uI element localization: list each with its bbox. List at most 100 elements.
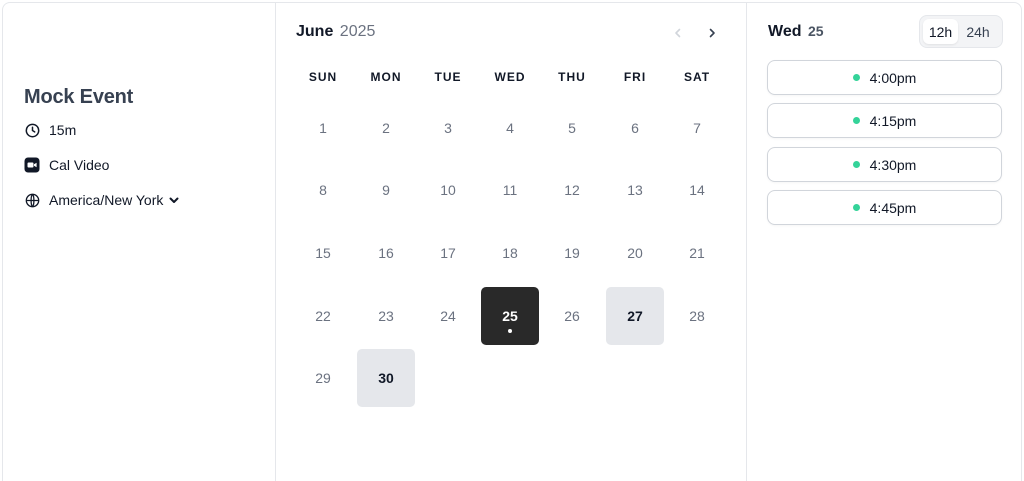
event-location-label: Cal Video xyxy=(49,157,110,173)
next-month-button[interactable] xyxy=(700,21,724,45)
calendar-day-disabled: 28 xyxy=(668,287,726,345)
calendar-day-disabled: 19 xyxy=(543,224,601,282)
event-title: Mock Event xyxy=(24,86,134,108)
calendar-panel: June 2025 SUN MON TUE WED THU FRI SAT 12345678… xyxy=(275,3,747,481)
calendar-day-disabled: 10 xyxy=(419,161,477,219)
calendar-day-number: 19 xyxy=(564,245,580,261)
available-dot-icon xyxy=(852,74,860,81)
event-duration: 15m xyxy=(24,122,76,138)
calendar-day-number: 23 xyxy=(378,308,394,324)
calendar-day-number: 22 xyxy=(315,308,331,324)
timezone-select[interactable]: America/New York xyxy=(24,192,180,208)
calendar-day-disabled: 17 xyxy=(419,224,477,282)
calendar-day-disabled: 13 xyxy=(606,161,664,219)
calendar-day-disabled: 14 xyxy=(668,161,726,219)
calendar-day-number: 12 xyxy=(564,182,580,198)
calendar-day-disabled: 12 xyxy=(543,161,601,219)
calendar-day-number: 8 xyxy=(319,182,327,198)
calendar-day-number: 25 xyxy=(502,308,518,324)
time-slot-button[interactable]: 4:15pm xyxy=(767,103,1002,138)
calendar-day-disabled: 21 xyxy=(668,224,726,282)
calendar-day-number: 14 xyxy=(689,182,705,198)
month-header: June 2025 xyxy=(296,23,375,41)
weekday-label: SUN xyxy=(308,70,338,84)
format-24h-button[interactable]: 24h xyxy=(958,19,998,44)
weekday-label: WED xyxy=(494,70,526,84)
calendar-day-number: 24 xyxy=(440,308,456,324)
time-slot-label: 4:30pm xyxy=(869,156,917,173)
calendar-day-number: 4 xyxy=(506,120,514,136)
selected-date-label: Wed 25 xyxy=(768,23,824,41)
calendar-day-available[interactable]: 30 xyxy=(357,349,415,407)
selected-day-number: 25 xyxy=(807,23,824,39)
calendar-day-disabled: 16 xyxy=(357,224,415,282)
time-format-toggle: 12h 24h xyxy=(919,15,1003,48)
weekday-label: THU xyxy=(558,70,586,84)
calendar-day-disabled: 20 xyxy=(606,224,664,282)
chevron-down-icon xyxy=(168,194,180,206)
clock-icon xyxy=(24,122,40,138)
calendar-day-number: 11 xyxy=(502,182,518,198)
calendar-day-number: 20 xyxy=(627,245,643,261)
globe-icon xyxy=(24,192,40,208)
chevron-right-icon xyxy=(709,28,715,38)
time-slot-label: 4:45pm xyxy=(869,199,917,216)
chevron-left-icon xyxy=(675,28,681,38)
calendar-day-number: 2 xyxy=(382,120,390,136)
calendar-day-disabled: 5 xyxy=(543,99,601,157)
calendar-day-disabled: 26 xyxy=(543,287,601,345)
calendar-day-disabled: 11 xyxy=(481,161,539,219)
event-location: Cal Video xyxy=(24,157,109,173)
available-dot-icon xyxy=(852,161,860,168)
calendar-day-number: 13 xyxy=(627,182,643,198)
calendar-day-number: 16 xyxy=(378,245,394,261)
calendar-day-disabled: 22 xyxy=(294,287,352,345)
calendar-day-number: 3 xyxy=(444,120,452,136)
event-details-panel: Mock Event 15m Cal Video America/New Yor… xyxy=(3,3,275,481)
calendar-day-available[interactable]: 27 xyxy=(606,287,664,345)
previous-month-button[interactable] xyxy=(666,21,690,45)
calendar-day-number: 26 xyxy=(564,308,580,324)
calendar-day-selected[interactable]: 25 xyxy=(481,287,539,345)
time-slot-button[interactable]: 4:45pm xyxy=(767,190,1002,225)
format-12h-button[interactable]: 12h xyxy=(923,19,958,44)
time-slot-button[interactable]: 4:30pm xyxy=(767,147,1002,182)
time-slot-button[interactable]: 4:00pm xyxy=(767,60,1002,95)
calendar-day-disabled: 1 xyxy=(294,99,352,157)
calendar-day-number: 10 xyxy=(440,182,456,198)
calendar-day-number: 15 xyxy=(315,245,331,261)
booking-widget: Mock Event 15m Cal Video America/New Yor… xyxy=(2,2,1022,481)
calendar-day-number: 21 xyxy=(689,245,705,261)
year-label: 2025 xyxy=(339,23,376,40)
calendar-day-disabled: 3 xyxy=(419,99,477,157)
calendar-day-disabled: 24 xyxy=(419,287,477,345)
calendar-day-disabled: 7 xyxy=(668,99,726,157)
video-icon xyxy=(24,157,40,173)
calendar-day-number: 30 xyxy=(378,370,394,386)
weekday-label: FRI xyxy=(623,70,647,84)
calendar-day-disabled: 8 xyxy=(294,161,352,219)
calendar-day-number: 7 xyxy=(693,120,701,136)
weekday-label: MON xyxy=(370,70,402,84)
timezone-label: America/New York xyxy=(49,192,164,208)
selected-weekday: Wed xyxy=(768,23,802,40)
available-dot-icon xyxy=(852,204,860,211)
calendar-day-disabled: 9 xyxy=(357,161,415,219)
weekday-label: SAT xyxy=(683,70,711,84)
time-slot-label: 4:15pm xyxy=(869,112,917,129)
event-duration-label: 15m xyxy=(49,122,77,138)
available-dot-icon xyxy=(852,117,860,124)
time-slots-panel: Wed 25 12h 24h 4:00pm 4:15pm 4:30pm 4:45… xyxy=(747,3,1021,481)
calendar-day-number: 27 xyxy=(627,308,643,324)
calendar-day-disabled: 23 xyxy=(357,287,415,345)
calendar-day-number: 29 xyxy=(315,370,331,386)
calendar-day-disabled: 18 xyxy=(481,224,539,282)
calendar-day-disabled: 15 xyxy=(294,224,352,282)
calendar-day-disabled: 2 xyxy=(357,99,415,157)
calendar-day-number: 6 xyxy=(631,120,639,136)
calendar-day-number: 17 xyxy=(440,245,456,261)
calendar-day-disabled: 4 xyxy=(481,99,539,157)
calendar-day-number: 28 xyxy=(689,308,705,324)
today-dot-icon xyxy=(508,329,512,333)
calendar-day-disabled: 29 xyxy=(294,349,352,407)
